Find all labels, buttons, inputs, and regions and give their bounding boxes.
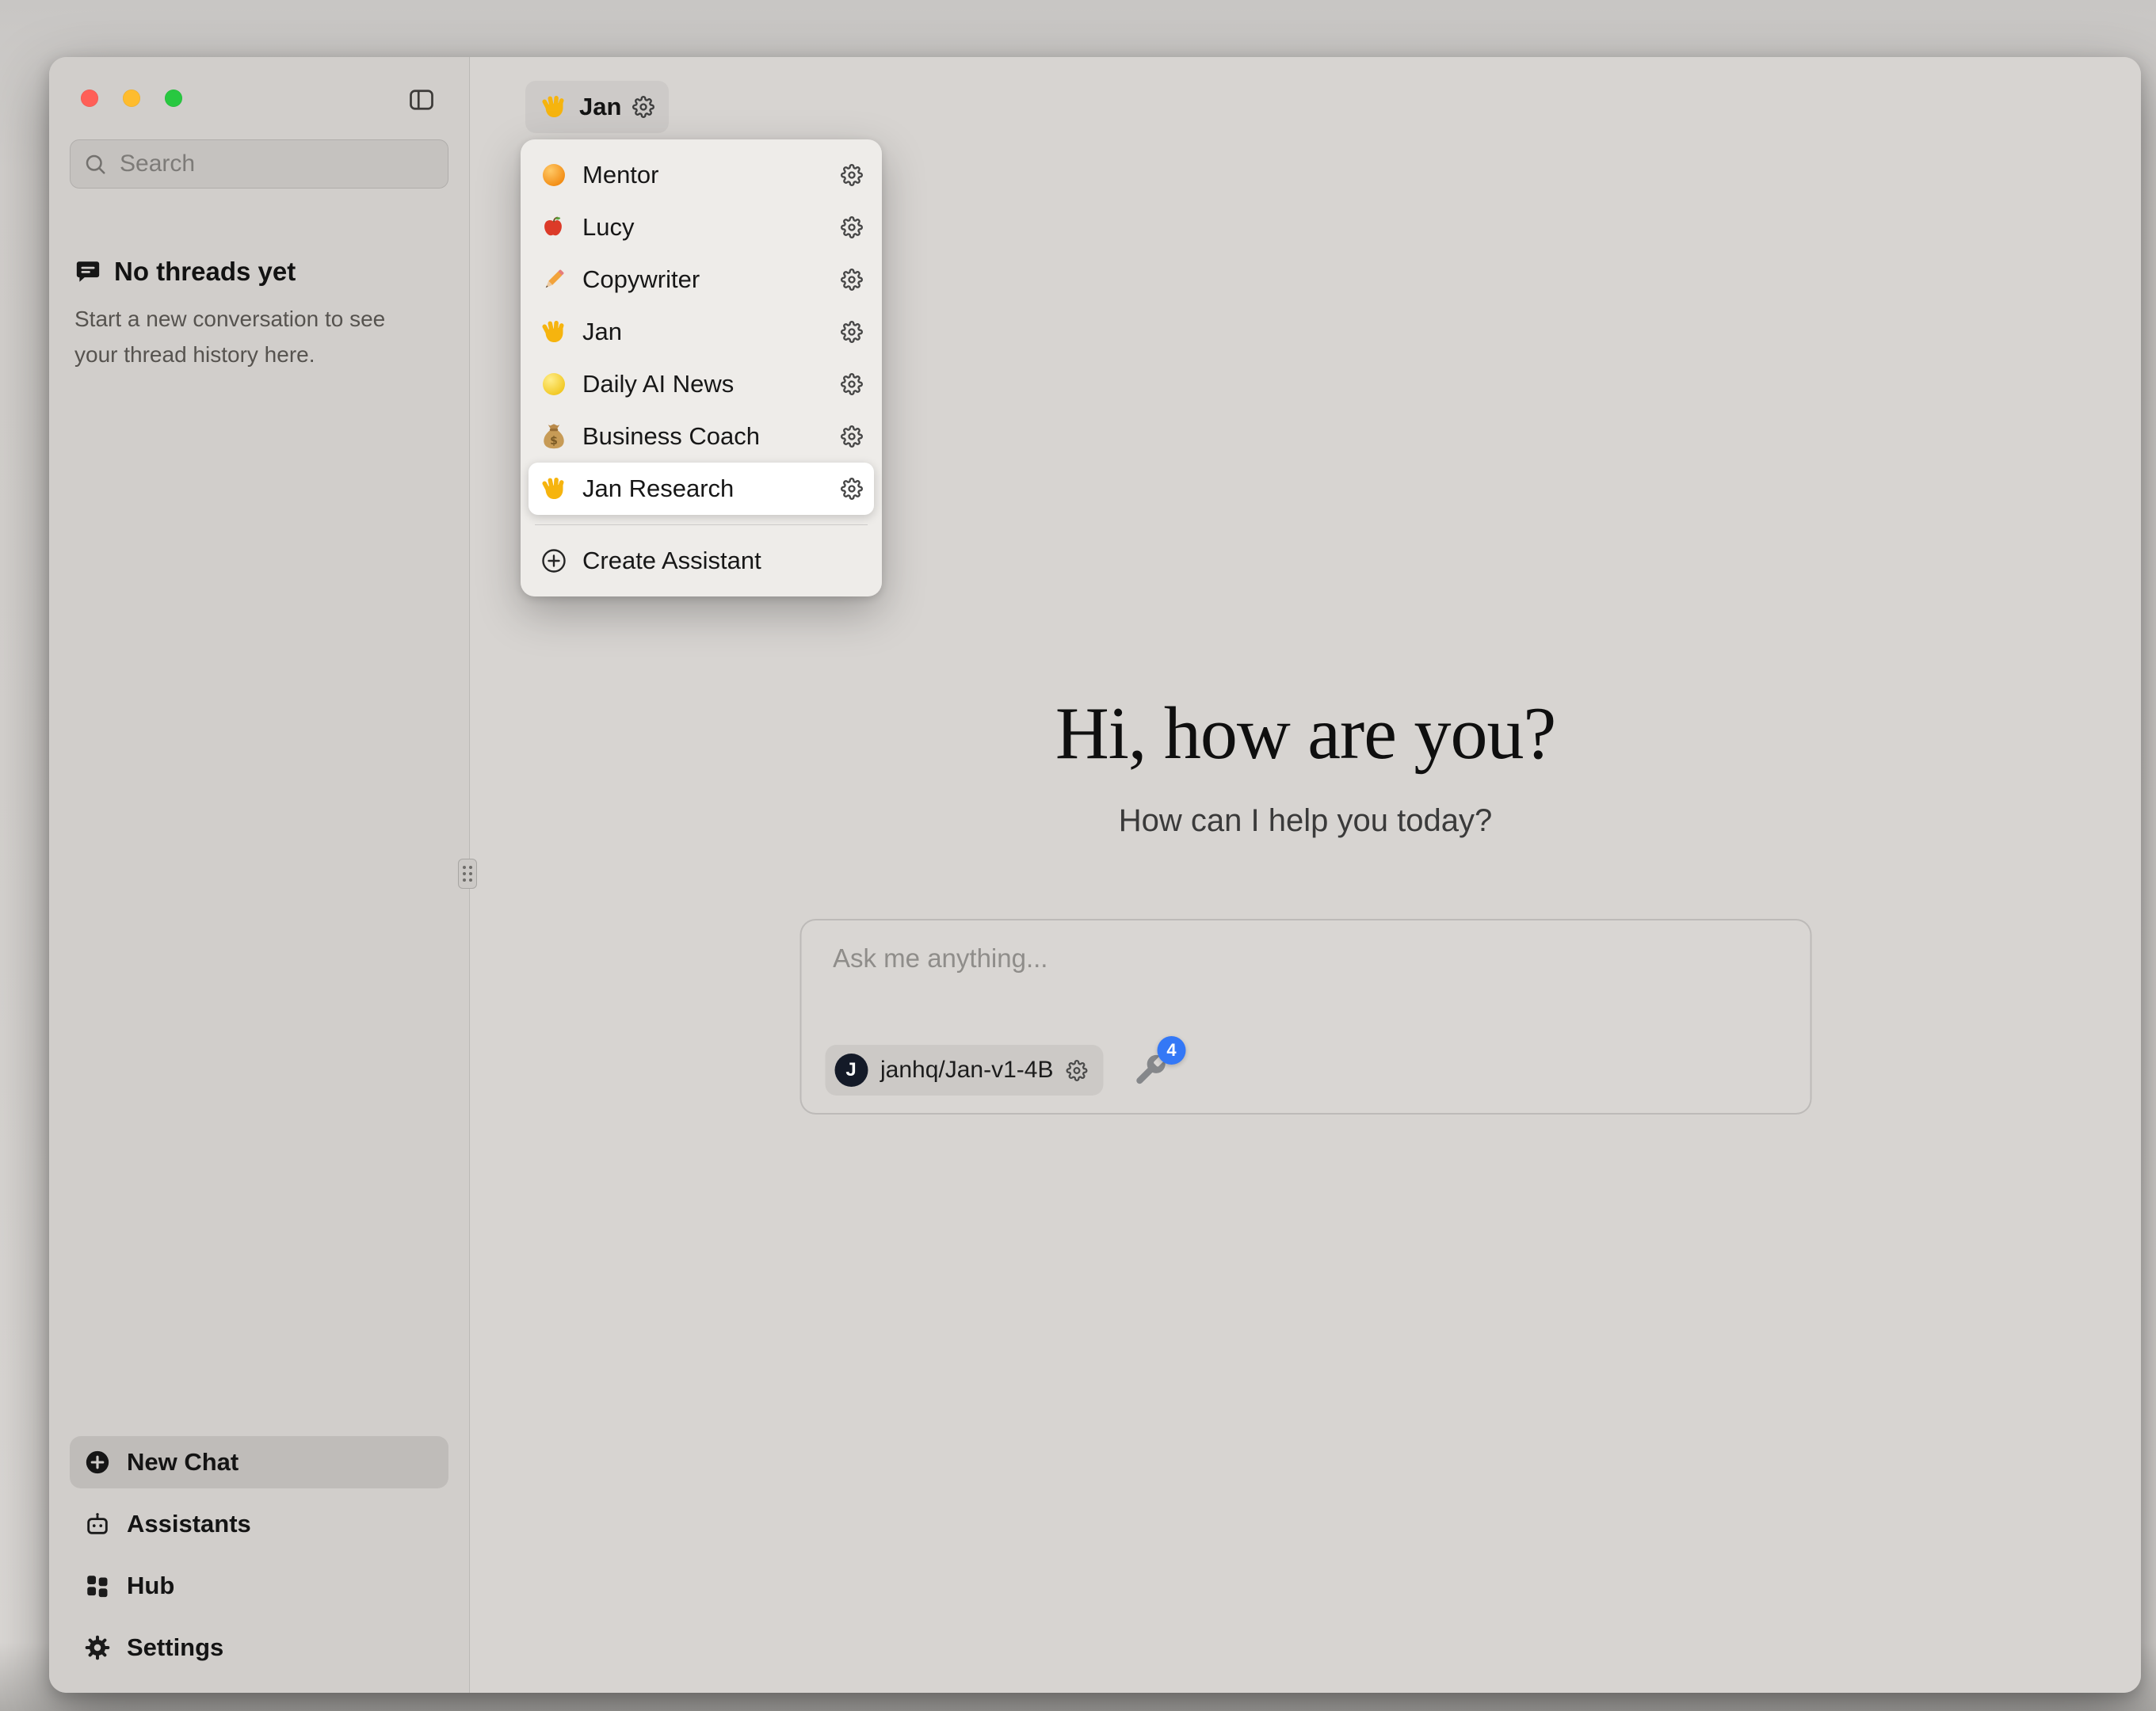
waving-hand-icon: [540, 93, 568, 121]
model-avatar: J: [834, 1054, 868, 1087]
yellow-circle-icon: [540, 370, 568, 398]
model-selector[interactable]: J janhq/Jan-v1-4B: [825, 1045, 1103, 1096]
assistant-selector-label: Jan: [579, 93, 621, 121]
assistants-robot-icon: [84, 1511, 111, 1538]
tools-button[interactable]: 4: [1131, 1052, 1168, 1088]
chat-bubble-icon: [74, 258, 101, 285]
model-name: janhq/Jan-v1-4B: [880, 1057, 1053, 1084]
empty-threads-state: No threads yet Start a new conversation …: [74, 257, 431, 373]
assistant-menu-item-label: Business Coach: [582, 422, 826, 451]
sidebar-item-hub[interactable]: Hub: [70, 1560, 448, 1612]
plus-circle-outline-icon: [540, 547, 568, 575]
assistant-menu-item-label: Mentor: [582, 161, 826, 189]
greeting-title: Hi, how are you?: [470, 691, 2141, 776]
gear-icon[interactable]: [632, 96, 654, 118]
gear-icon[interactable]: [841, 478, 863, 500]
assistant-menu-item-jan[interactable]: Jan: [529, 306, 874, 358]
create-assistant-label: Create Assistant: [582, 547, 863, 575]
create-assistant-button[interactable]: Create Assistant: [529, 535, 874, 587]
app-window: No threads yet Start a new conversation …: [49, 57, 2141, 1693]
search-field[interactable]: [70, 139, 448, 189]
sidebar-resize-handle[interactable]: [458, 859, 477, 889]
assistant-menu-item-mentor[interactable]: Mentor: [529, 149, 874, 201]
hub-grid-icon: [84, 1572, 111, 1599]
sidebar-item-settings[interactable]: Settings: [70, 1621, 448, 1674]
sidebar-bottom-nav: New Chat Assistants: [70, 1436, 448, 1674]
close-window-button[interactable]: [81, 90, 98, 107]
zoom-window-button[interactable]: [165, 90, 182, 107]
assistant-menu-item-label: Daily AI News: [582, 370, 826, 398]
sidebar-item-label: Settings: [127, 1633, 223, 1662]
settings-gear-icon: [84, 1634, 111, 1661]
orange-circle-icon: [540, 161, 568, 189]
greeting-subtitle: How can I help you today?: [470, 803, 2141, 839]
minimize-window-button[interactable]: [123, 90, 140, 107]
assistant-menu-item-business-coach[interactable]: $ Business Coach: [529, 410, 874, 463]
tools-count-badge: 4: [1157, 1036, 1185, 1065]
waving-hand-icon: [540, 318, 568, 346]
gear-icon[interactable]: [841, 373, 863, 395]
assistant-menu-item-label: Jan Research: [582, 474, 826, 503]
window-controls: [81, 90, 182, 107]
gear-icon[interactable]: [841, 269, 863, 291]
money-bag-icon: $: [540, 422, 568, 451]
assistant-menu-item-daily-ai-news[interactable]: Daily AI News: [529, 358, 874, 410]
gear-icon[interactable]: [841, 321, 863, 343]
sidebar-item-label: New Chat: [127, 1448, 238, 1477]
sidebar-item-label: Assistants: [127, 1510, 251, 1538]
assistant-menu-item-label: Copywriter: [582, 265, 826, 294]
assistant-menu: Mentor Lucy: [521, 139, 882, 596]
waving-hand-icon: [540, 474, 568, 503]
gear-icon[interactable]: [841, 164, 863, 186]
sidebar: No threads yet Start a new conversation …: [49, 57, 470, 1693]
gear-icon[interactable]: [841, 216, 863, 238]
empty-state-title: No threads yet: [114, 257, 296, 287]
sidebar-toggle-icon[interactable]: [407, 86, 436, 114]
red-apple-icon: [540, 213, 568, 242]
search-icon: [83, 152, 107, 176]
main-area: Jan Mentor: [470, 57, 2141, 1693]
sidebar-item-assistants[interactable]: Assistants: [70, 1498, 448, 1550]
assistant-menu-item-label: Lucy: [582, 213, 826, 242]
svg-text:$: $: [550, 435, 558, 448]
assistant-menu-item-label: Jan: [582, 318, 826, 346]
plus-circle-icon: [84, 1449, 111, 1476]
assistant-selector[interactable]: Jan: [525, 81, 669, 133]
composer-toolbar: J janhq/Jan-v1-4B 4: [825, 1045, 1168, 1096]
search-input[interactable]: [118, 150, 435, 178]
chat-composer: J janhq/Jan-v1-4B 4: [799, 919, 1811, 1115]
assistant-menu-item-copywriter[interactable]: Copywriter: [529, 253, 874, 306]
chat-input[interactable]: [831, 943, 1780, 974]
assistant-menu-item-jan-research[interactable]: Jan Research: [529, 463, 874, 515]
menu-divider: [535, 524, 868, 525]
gear-icon[interactable]: [1066, 1060, 1087, 1081]
pencil-icon: [540, 265, 568, 294]
sidebar-item-new-chat[interactable]: New Chat: [70, 1436, 448, 1488]
sidebar-item-label: Hub: [127, 1572, 174, 1600]
assistant-menu-item-lucy[interactable]: Lucy: [529, 201, 874, 253]
gear-icon[interactable]: [841, 425, 863, 448]
empty-state-description: Start a new conversation to see your thr…: [74, 301, 420, 373]
